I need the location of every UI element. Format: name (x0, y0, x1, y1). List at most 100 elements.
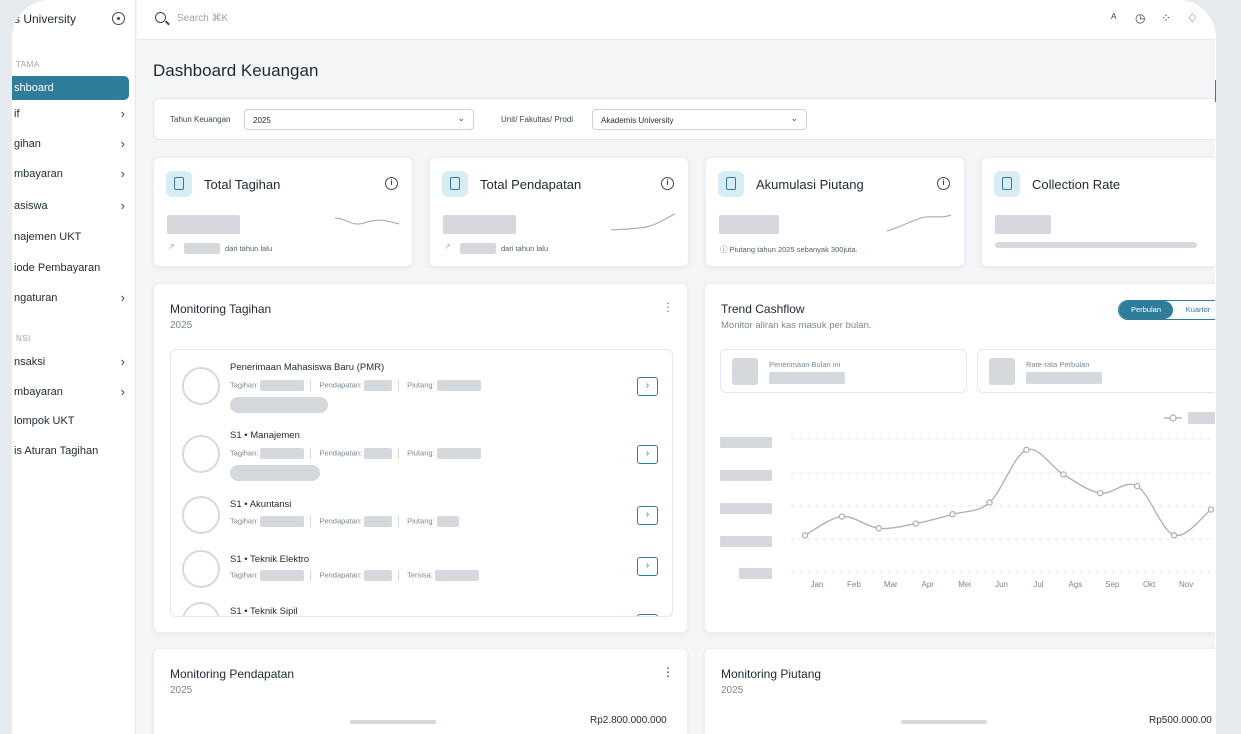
info-icon[interactable]: i (385, 177, 398, 190)
data-point (875, 525, 883, 532)
list-item-name: Penerimaan Mahasiswa Baru (PMR) (230, 362, 385, 373)
series-line (804, 448, 1212, 537)
sidebar-item-label: lompok UKT (14, 415, 75, 427)
list-item-name: S1 • Teknik Sipil (230, 606, 298, 617)
open-detail-button[interactable]: › (637, 377, 658, 396)
list-item-name: S1 • Manajemen (230, 430, 300, 441)
section-title: Monitoring Pendapatan (170, 667, 295, 681)
data-point (1207, 506, 1215, 513)
monitoring-tagihan-card: Monitoring Tagihan 2025 ⋮ Penerimaan Mah… (153, 283, 688, 633)
kpi-delta-skeleton (460, 243, 496, 254)
data-point (1170, 532, 1178, 539)
sidebar-item-mahasiswa[interactable]: asiswa › (12, 194, 129, 218)
y-tick-label (720, 503, 772, 514)
more-options-icon[interactable]: ⋮ (662, 300, 674, 314)
legend-label (1188, 412, 1216, 424)
open-detail-button[interactable]: › (637, 557, 658, 576)
sidebar-item-tarif[interactable]: if › (12, 102, 129, 126)
trend-icon: ↗ (168, 242, 175, 251)
cashflow-chart: Jan Feb Mar Apr Mei Jun Jul Ags Sep Okt Nov Des (720, 412, 1216, 589)
info-icon[interactable]: i (661, 177, 674, 190)
sidebar-item-dashboard[interactable]: shboard (12, 76, 129, 100)
kpi-footer: dari tahun lalu (501, 244, 549, 253)
chevron-down-icon: ⌄ (457, 113, 465, 123)
year-select[interactable]: 2025 ⌄ (244, 109, 474, 130)
x-tick-label: Feb (847, 580, 861, 589)
x-tick-label: Sep (1105, 580, 1120, 589)
right-panel: U U DaTarTagPerBeMaPePeRETraPeKelJer (1215, 0, 1216, 734)
toggle-perbulan[interactable]: Perbulan (1119, 301, 1173, 319)
kpi-value-skeleton (995, 215, 1051, 234)
progress-ring (182, 496, 220, 534)
data-point (912, 520, 919, 527)
search-icon[interactable] (155, 12, 166, 23)
document-icon (718, 171, 744, 197)
kpi-delta-skeleton (184, 243, 220, 254)
chevron-down-icon: ⌄ (790, 113, 798, 123)
progress-ring (182, 435, 220, 473)
sidebar-item-pengaturan[interactable]: ngaturan › (12, 286, 129, 310)
stat-icon-skeleton (732, 358, 758, 385)
y-tick-label (739, 568, 772, 579)
sidebar-item-label: if (14, 108, 20, 120)
value-skeleton (901, 720, 987, 724)
open-detail-button[interactable]: › (637, 445, 658, 464)
x-tick-label: Apr (922, 580, 935, 589)
chevron-right-icon: › (120, 290, 125, 305)
sidebar-item-transaksi[interactable]: nsaksi › (12, 350, 129, 374)
section-year: 2025 (721, 685, 744, 696)
stat-value-skeleton (769, 372, 845, 384)
sidebar-item-jenis-aturan-tagihan[interactable]: is Aturan Tagihan (12, 439, 129, 463)
x-tick-label: Ags (1068, 580, 1082, 589)
stat-label: Penerimaan Bulan ini (769, 360, 841, 369)
kpi-value-skeleton (167, 215, 240, 234)
sidebar-item-label: iode Pembayaran (14, 262, 101, 274)
sidebar-item-periode-pembayaran[interactable]: iode Pembayaran (12, 256, 129, 280)
stat-label: Rate-rata Perbulan (1026, 360, 1090, 369)
org-name: s University (14, 12, 77, 26)
sidebar-item-pembayaran[interactable]: mbayaran › (12, 162, 129, 186)
right-panel-item[interactable]: Da (1215, 80, 1216, 102)
document-icon (166, 171, 192, 197)
apps-icon[interactable]: ⁘ (1161, 11, 1171, 25)
unit-select[interactable]: Akademis University ⌄ (592, 109, 807, 130)
money-icon (442, 171, 468, 197)
section-title: Monitoring Tagihan (170, 302, 272, 316)
toggle-kuartor[interactable]: Kuartor (1173, 301, 1216, 319)
sidebar-item-label: najemen UKT (14, 231, 82, 243)
section-subtitle: Monitor aliran kas masuk per bulan. (721, 320, 872, 331)
history-icon[interactable]: ◷ (1135, 11, 1145, 25)
progress-ring (182, 550, 220, 588)
list-item-detail: Tagihan: Pendapatan: Piutang: (230, 448, 487, 459)
list-item-detail: Tagihan: Pendapatan: Tersisa: (230, 570, 485, 581)
bell-icon[interactable]: ♢ (1187, 11, 1198, 25)
open-detail-button[interactable]: › (637, 506, 658, 525)
data-point (949, 510, 956, 518)
info-icon[interactable]: i (937, 177, 950, 190)
stat-card-penerimaan: Penerimaan Bulan ini (720, 349, 967, 393)
sidebar-item-kelompok-ukt[interactable]: lompok UKT (12, 409, 129, 433)
search-input[interactable]: Search ⌘K (177, 13, 228, 24)
filter-bar: Tahun Keuangan 2025 ⌄ Unit/ Fakultas/ Pr… (153, 98, 1216, 140)
sidebar-item-tagihan[interactable]: gihan › (12, 132, 129, 156)
kpi-card-akumulasi-piutang: Akumulasi Piutang i ⓘ Piutang tahun 2025… (705, 157, 965, 267)
x-tick-label: Mar (884, 580, 898, 589)
more-options-icon[interactable]: ⋮ (662, 665, 674, 679)
kpi-card-total-tagihan: Total Tagihan i ↗ dari tahun lalu (153, 157, 413, 267)
year-select-value: 2025 (253, 116, 271, 125)
pendapatan-value: Rp2.800.000.000 (590, 715, 667, 726)
open-detail-button[interactable]: › (637, 614, 658, 616)
translate-icon[interactable]: ᴬ (1111, 11, 1116, 25)
chart-legend (1164, 412, 1216, 424)
unit-filter-label: Unit/ Fakultas/ Prodi (501, 115, 574, 124)
sidebar-item-manajemen-ukt[interactable]: najemen UKT (12, 225, 129, 249)
sidebar-item-pembayaran-2[interactable]: mbayaran › (12, 380, 129, 404)
data-point (1133, 482, 1141, 490)
org-switch-icon[interactable] (112, 12, 125, 25)
sidebar-section-transaksi: NSI (16, 334, 31, 343)
monitoring-pendapatan-card: Monitoring Pendapatan 2025 ⋮ Rp2.800.000… (153, 648, 688, 734)
stat-icon-skeleton (989, 358, 1015, 385)
kpi-title: Total Pendapatan (480, 177, 582, 192)
progress-bar-skeleton (995, 242, 1197, 248)
sidebar-item-label: gihan (14, 138, 41, 150)
